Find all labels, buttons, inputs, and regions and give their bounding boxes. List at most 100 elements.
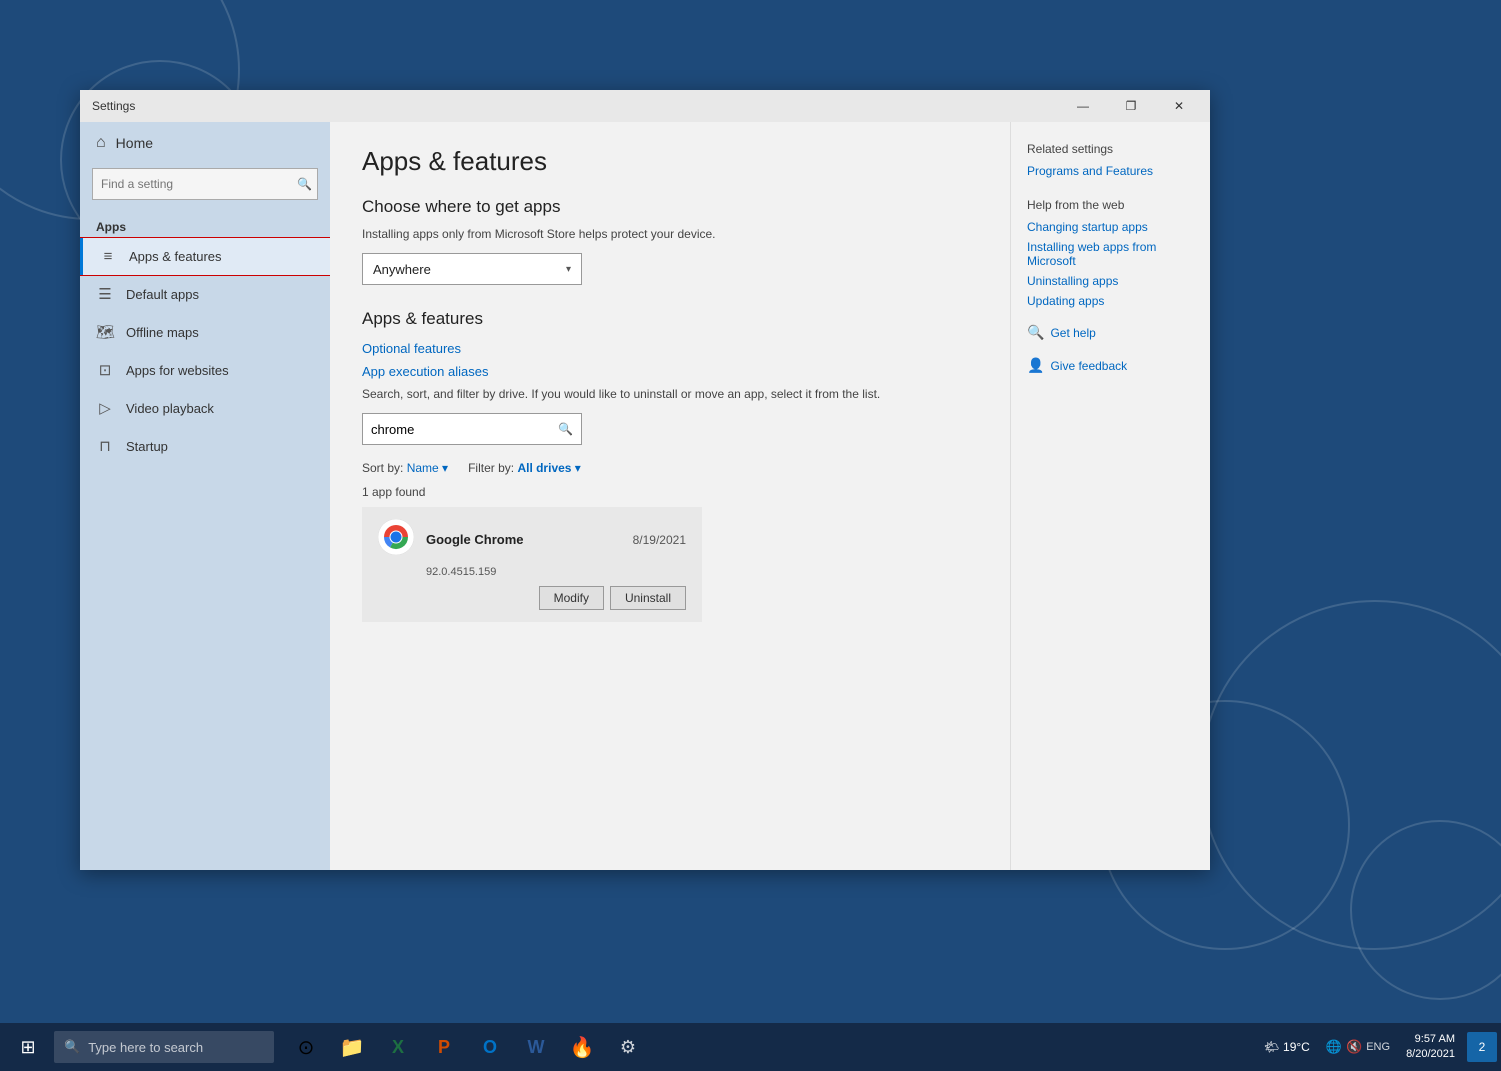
app-info: Google Chrome — [426, 531, 621, 549]
related-settings-title: Related settings — [1027, 142, 1194, 156]
taskbar-apps: ⊙ 📁 X P O W 🔥 ⚙ — [284, 1025, 650, 1069]
app-buttons: Modify Uninstall — [378, 586, 686, 610]
apps-websites-icon: ⊡ — [96, 361, 114, 379]
taskbar-search[interactable]: 🔍 Type here to search — [54, 1031, 274, 1063]
offline-maps-icon: 🗺 — [96, 323, 114, 341]
maximize-button[interactable]: ❐ — [1108, 90, 1154, 122]
app-name: Google Chrome — [426, 532, 524, 547]
taskbar-word[interactable]: W — [514, 1025, 558, 1069]
taskbar-date-value: 8/20/2021 — [1406, 1047, 1455, 1062]
lang-label: ENG — [1366, 1041, 1390, 1053]
taskbar-time-value: 9:57 AM — [1415, 1032, 1455, 1047]
optional-features-link[interactable]: Optional features — [362, 341, 978, 356]
taskbar: ⊞ 🔍 Type here to search ⊙ 📁 X P O W 🔥 ⚙ … — [0, 1023, 1501, 1071]
sort-filter-row: Sort by: Name ▾ Filter by: All drives ▾ — [362, 461, 978, 475]
sidebar-item-offline-maps-label: Offline maps — [126, 325, 199, 340]
sidebar-item-apps-websites-label: Apps for websites — [126, 363, 229, 378]
weather-temp: 19°C — [1283, 1040, 1310, 1054]
window-controls: — ❐ ✕ — [1060, 90, 1202, 122]
taskbar-task-view[interactable]: ⊙ — [284, 1025, 328, 1069]
start-button[interactable]: ⊞ — [4, 1023, 52, 1071]
app-item-header: Google Chrome 8/19/2021 — [378, 519, 686, 560]
window-title: Settings — [92, 99, 135, 113]
taskbar-weather[interactable]: 🌤 19°C — [1256, 1040, 1318, 1054]
search-icon: 🔍 — [297, 177, 312, 191]
results-count: 1 app found — [362, 485, 978, 499]
updating-apps-link[interactable]: Updating apps — [1027, 294, 1194, 308]
give-feedback-label: Give feedback — [1050, 359, 1127, 373]
feedback-icon: 👤 — [1027, 357, 1044, 374]
volume-icon[interactable]: 🔇 — [1346, 1039, 1362, 1055]
sidebar-search-input[interactable] — [92, 168, 318, 200]
settings-window: Settings — ❐ ✕ ⌂ Home 🔍 Apps ≡ — [80, 90, 1210, 870]
filter-label: Filter by: All drives ▾ — [468, 461, 581, 475]
sidebar-item-video-playback-label: Video playback — [126, 401, 214, 416]
taskbar-search-icon: 🔍 — [64, 1039, 80, 1055]
app-search-box[interactable]: 🔍 — [362, 413, 582, 445]
uninstall-button[interactable]: Uninstall — [610, 586, 686, 610]
get-help-icon: 🔍 — [1027, 324, 1044, 341]
video-playback-icon: ▷ — [96, 399, 114, 417]
sidebar-item-default-apps-label: Default apps — [126, 287, 199, 302]
right-panel: Related settings Programs and Features H… — [1010, 122, 1210, 870]
sort-value[interactable]: Name ▾ — [407, 461, 448, 475]
taskbar-right: 🌤 19°C 🌐 🔇 ENG 9:57 AM 8/20/2021 2 — [1256, 1032, 1497, 1063]
network-icon[interactable]: 🌐 — [1326, 1039, 1342, 1055]
taskbar-search-placeholder: Type here to search — [88, 1040, 203, 1055]
page-title: Apps & features — [362, 146, 978, 177]
notification-badge[interactable]: 2 — [1467, 1032, 1497, 1062]
apps-source-dropdown[interactable]: Anywhere ▾ — [362, 253, 582, 285]
get-help-action[interactable]: 🔍 Get help — [1027, 324, 1194, 341]
help-web-title: Help from the web — [1027, 198, 1194, 212]
home-label: Home — [116, 135, 153, 151]
modify-button[interactable]: Modify — [539, 586, 604, 610]
sidebar-item-offline-maps[interactable]: 🗺 Offline maps — [80, 313, 330, 351]
taskbar-clock[interactable]: 9:57 AM 8/20/2021 — [1398, 1032, 1463, 1063]
uninstalling-apps-link[interactable]: Uninstalling apps — [1027, 274, 1194, 288]
title-bar: Settings — ❐ ✕ — [80, 90, 1210, 122]
sidebar-item-apps-websites[interactable]: ⊡ Apps for websites — [80, 351, 330, 389]
close-button[interactable]: ✕ — [1156, 90, 1202, 122]
taskbar-file-explorer[interactable]: 📁 — [330, 1025, 374, 1069]
choose-where-title: Choose where to get apps — [362, 197, 978, 217]
apps-features-subtitle: Apps & features — [362, 309, 978, 329]
startup-icon: ⊓ — [96, 437, 114, 455]
taskbar-settings[interactable]: ⚙ — [606, 1025, 650, 1069]
choose-subtitle: Installing apps only from Microsoft Stor… — [362, 227, 978, 241]
apps-source-value: Anywhere — [373, 262, 431, 277]
app-search-input[interactable] — [371, 422, 558, 437]
sidebar-item-default-apps[interactable]: ☰ Default apps — [80, 275, 330, 313]
sidebar-item-apps-features-label: Apps & features — [129, 249, 222, 264]
taskbar-outlook[interactable]: O — [468, 1025, 512, 1069]
sidebar-section-label: Apps — [80, 212, 330, 238]
window-body: ⌂ Home 🔍 Apps ≡ Apps & features ☰ Defaul… — [80, 122, 1210, 870]
sidebar-item-home[interactable]: ⌂ Home — [80, 122, 330, 164]
taskbar-powerpoint[interactable]: P — [422, 1025, 466, 1069]
sidebar-item-startup[interactable]: ⊓ Startup — [80, 427, 330, 465]
app-execution-aliases-link[interactable]: App execution aliases — [362, 364, 978, 379]
home-icon: ⌂ — [96, 134, 106, 152]
installing-web-apps-link[interactable]: Installing web apps from Microsoft — [1027, 240, 1194, 268]
minimize-button[interactable]: — — [1060, 90, 1106, 122]
filter-value[interactable]: All drives ▾ — [517, 461, 580, 475]
chevron-down-icon: ▾ — [566, 264, 571, 275]
give-feedback-action[interactable]: 👤 Give feedback — [1027, 357, 1194, 374]
weather-icon: 🌤 — [1264, 1040, 1279, 1054]
app-list-item: Google Chrome 8/19/2021 92.0.4515.159 Mo… — [362, 507, 702, 622]
apps-features-icon: ≡ — [99, 248, 117, 265]
chrome-app-icon — [378, 519, 414, 560]
get-help-label: Get help — [1050, 326, 1095, 340]
taskbar-excel[interactable]: X — [376, 1025, 420, 1069]
taskbar-firefox[interactable]: 🔥 — [560, 1025, 604, 1069]
sidebar-item-startup-label: Startup — [126, 439, 168, 454]
sort-label: Sort by: Name ▾ — [362, 461, 448, 475]
search-icon: 🔍 — [558, 422, 573, 436]
changing-startup-link[interactable]: Changing startup apps — [1027, 220, 1194, 234]
programs-features-link[interactable]: Programs and Features — [1027, 164, 1194, 178]
sidebar-item-apps-features[interactable]: ≡ Apps & features — [80, 238, 330, 275]
app-date: 8/19/2021 — [633, 533, 686, 547]
app-version: 92.0.4515.159 — [378, 566, 686, 578]
sidebar: ⌂ Home 🔍 Apps ≡ Apps & features ☰ Defaul… — [80, 122, 330, 870]
sidebar-search-container: 🔍 — [92, 168, 318, 200]
sidebar-item-video-playback[interactable]: ▷ Video playback — [80, 389, 330, 427]
